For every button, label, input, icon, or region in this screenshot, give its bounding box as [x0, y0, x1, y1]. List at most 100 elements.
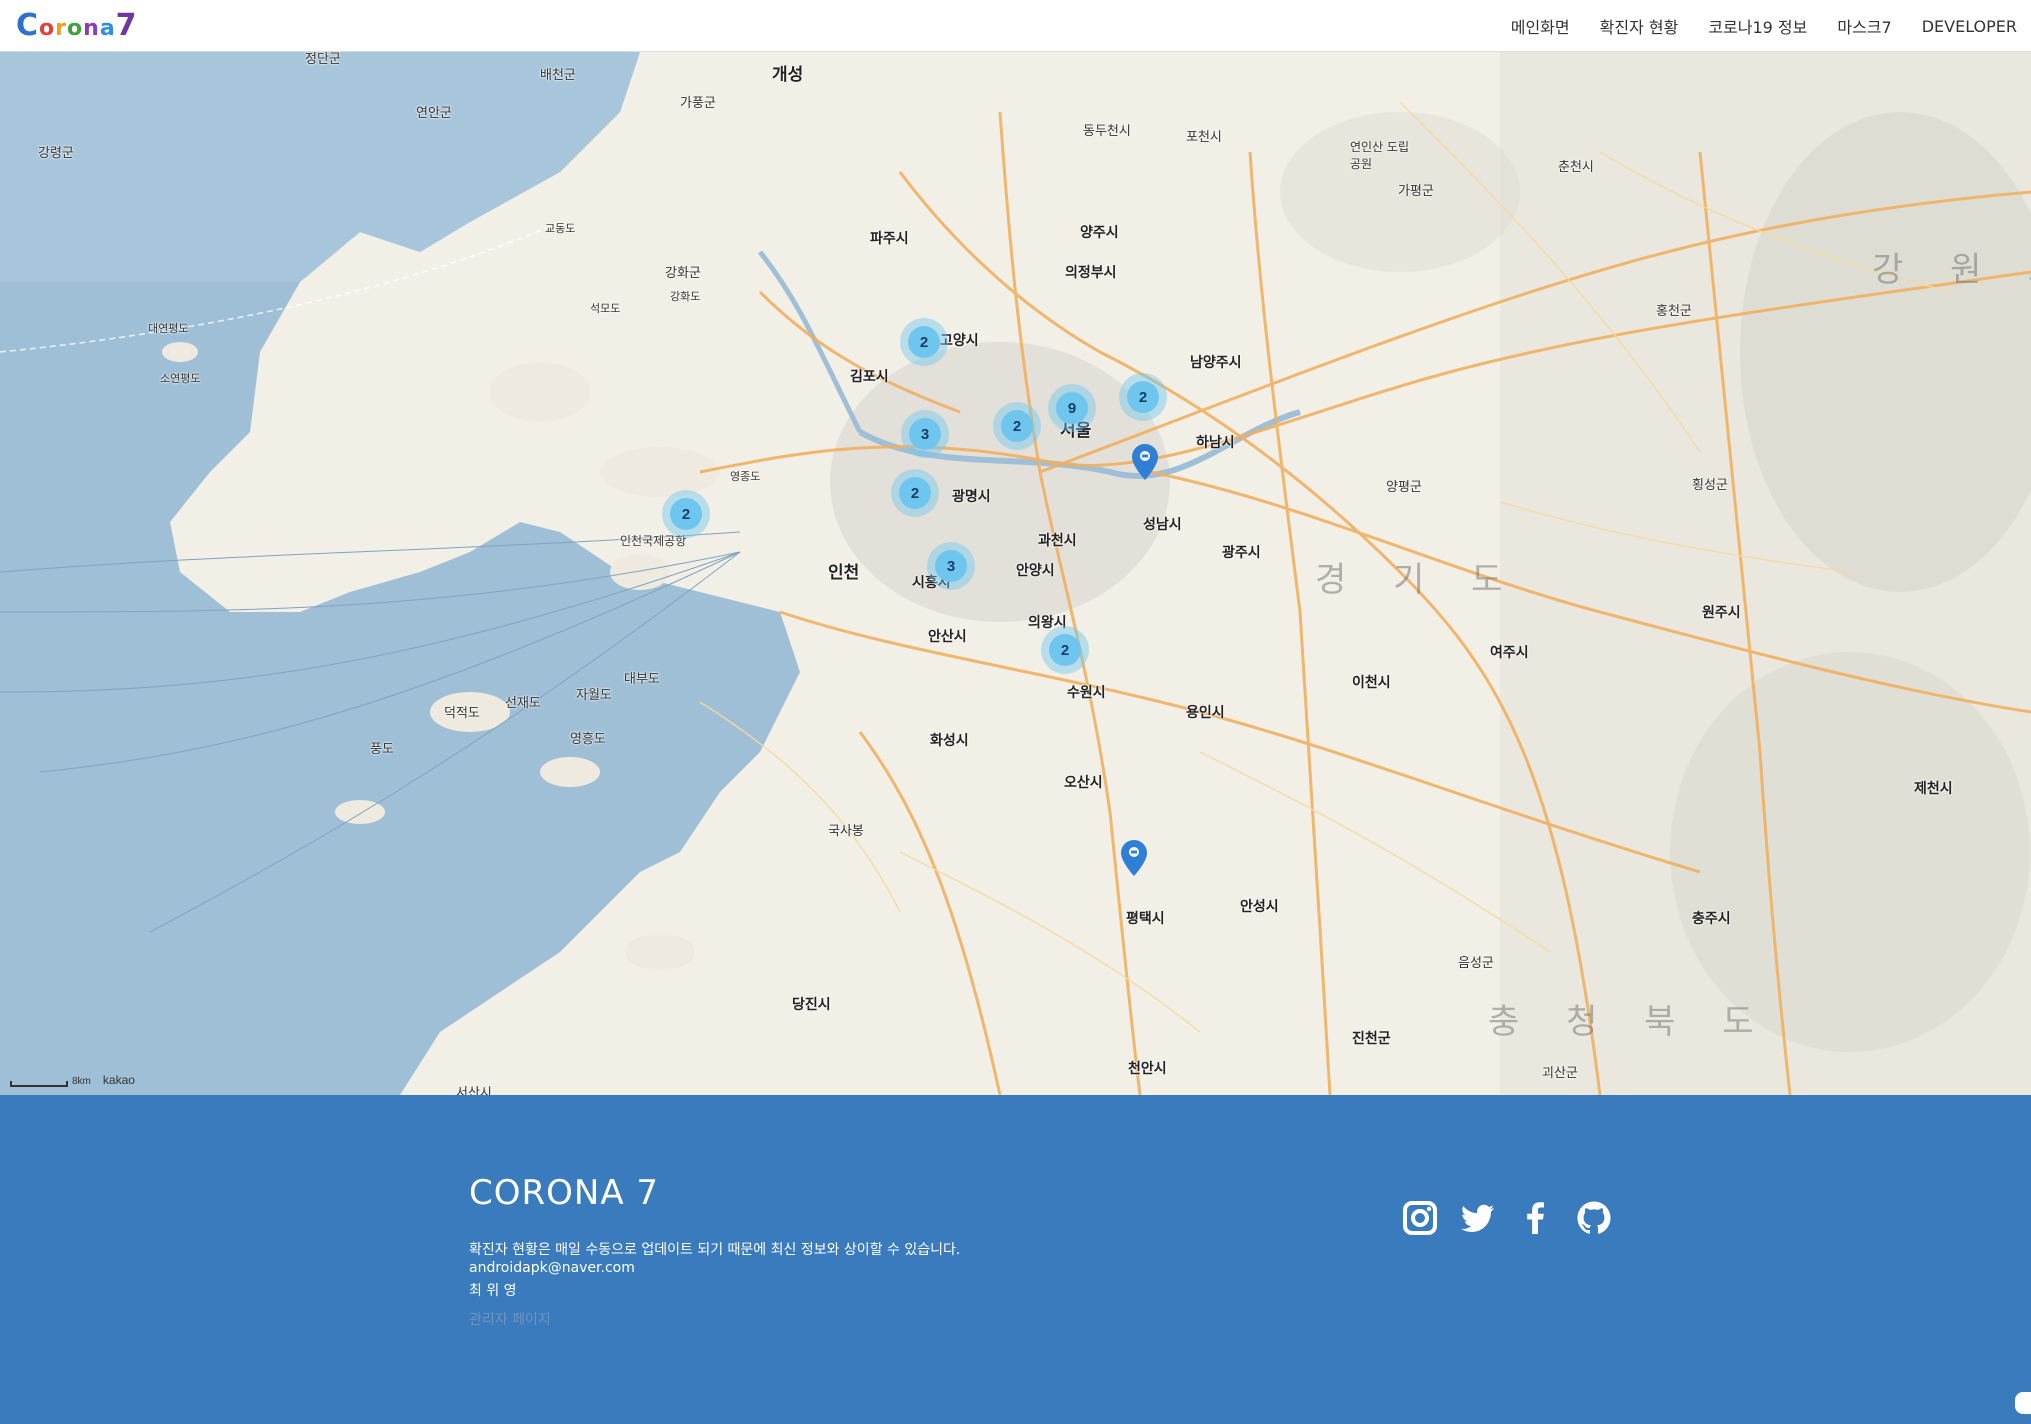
- region-label-gyeonggi: 경 기 도: [1315, 560, 1521, 600]
- place-label: 양평군: [1386, 480, 1422, 495]
- place-label: 가풍군: [680, 96, 716, 111]
- nav-item-main[interactable]: 메인화면: [1511, 14, 1570, 38]
- place-label: 배천군: [540, 68, 576, 83]
- place-label: 진천군: [1352, 1031, 1391, 1047]
- place-label: 원주시: [1702, 605, 1741, 621]
- place-label: 수원시: [1067, 685, 1106, 701]
- brand-letter: C: [16, 8, 40, 43]
- navbar: Corona7 메인화면 확진자 현황 코로나19 정보 마스크7 DEVELO…: [0, 0, 2031, 52]
- social-links: [1402, 1200, 1612, 1236]
- brand-letter: a: [99, 16, 116, 41]
- place-label: 서산시: [456, 1086, 492, 1095]
- nav-item-mask[interactable]: 마스크7: [1837, 14, 1891, 38]
- place-label: 당진시: [792, 997, 831, 1013]
- brand-letter: 7: [115, 8, 138, 43]
- cluster-marker[interactable]: 2: [891, 469, 939, 517]
- place-label: 여주시: [1490, 645, 1529, 661]
- cluster-marker[interactable]: 2: [993, 402, 1041, 450]
- place-label: 안성시: [1240, 899, 1279, 915]
- footer-email: androidapk@naver.com: [469, 1260, 635, 1276]
- twitter-icon[interactable]: [1460, 1200, 1496, 1236]
- place-label: 석모도: [590, 302, 621, 315]
- place-label: 대연평도: [148, 322, 189, 335]
- place-label: 충주시: [1692, 911, 1731, 927]
- footer-title: CORONA 7: [469, 1173, 660, 1213]
- nav-item-confirmed[interactable]: 확진자 현황: [1600, 14, 1679, 38]
- place-label: 이천시: [1352, 675, 1391, 691]
- place-label: 오산시: [1064, 775, 1103, 791]
- place-label: 강화도: [670, 290, 701, 303]
- footer: CORONA 7 확진자 현황은 매일 수동으로 업데이트 되기 때문에 최신 …: [0, 1095, 2031, 1424]
- brand-letter: n: [83, 16, 100, 41]
- cluster-marker[interactable]: 9: [1048, 384, 1096, 432]
- place-label: 교동도: [545, 222, 576, 235]
- location-pin-icon[interactable]: [1132, 444, 1158, 480]
- place-label: 평택시: [1126, 911, 1165, 927]
- region-label-gangwon: 강 원 도: [1872, 250, 2031, 290]
- place-label: 홍천군: [1656, 304, 1692, 319]
- place-label: 음성군: [1458, 956, 1494, 971]
- place-label: 정단군: [305, 52, 341, 67]
- place-label: 파주시: [870, 231, 909, 247]
- place-label: 광명시: [952, 489, 991, 505]
- scale-label: 8km: [72, 1076, 91, 1087]
- place-label: 횡성군: [1692, 478, 1728, 493]
- brand-letter: o: [67, 16, 84, 41]
- place-label: 천안시: [1128, 1061, 1167, 1077]
- cluster-marker[interactable]: 3: [901, 410, 949, 458]
- nav-item-corona-info[interactable]: 코로나19 정보: [1708, 14, 1807, 38]
- place-label: 제천시: [1914, 781, 1953, 797]
- place-label: 개성: [772, 65, 804, 85]
- facebook-icon[interactable]: [1518, 1200, 1554, 1236]
- place-label: 인천: [828, 563, 860, 583]
- brand-logo[interactable]: Corona7: [16, 8, 138, 43]
- place-label: 안산시: [928, 629, 967, 645]
- place-label: 자월도: [576, 688, 612, 703]
- place-label: 소연평도: [160, 372, 201, 385]
- github-icon[interactable]: [1576, 1200, 1612, 1236]
- nav-item-developer[interactable]: DEVELOPER: [1922, 17, 2017, 36]
- place-label: 화성시: [930, 733, 969, 749]
- place-label: 연인산 도립공원: [1350, 140, 1410, 171]
- cluster-marker[interactable]: 2: [662, 490, 710, 538]
- scale-bar: [10, 1081, 68, 1087]
- place-label: 가평군: [1398, 184, 1434, 199]
- place-label: 강령군: [38, 146, 74, 161]
- place-label: 남양주시: [1190, 355, 1242, 371]
- admin-page-link[interactable]: 관리자 페이지: [469, 1309, 551, 1329]
- place-label: 양주시: [1080, 225, 1119, 241]
- place-label: 덕적도: [444, 706, 480, 721]
- brand-letter: o: [39, 16, 56, 41]
- place-label: 괴산군: [1542, 1066, 1578, 1081]
- place-label: 안양시: [1016, 563, 1055, 579]
- place-label: 성남시: [1143, 517, 1182, 533]
- place-label: 대부도: [624, 672, 660, 687]
- map-view[interactable]: 강 원 도 경 기 도 충 청 북 도 정단군 배천군 개성 연안군 가풍군 강…: [0, 52, 2031, 1095]
- place-label: 영종도: [730, 470, 761, 483]
- footer-notice: 확진자 현황은 매일 수동으로 업데이트 되기 때문에 최신 정보와 상이할 수…: [469, 1242, 961, 1258]
- place-label: 동두천시: [1083, 124, 1131, 139]
- shield-badge-icon: [2015, 1392, 2031, 1414]
- cluster-marker[interactable]: 2: [1119, 373, 1167, 421]
- place-label: 의정부시: [1065, 265, 1117, 281]
- place-label: 광주시: [1222, 545, 1261, 561]
- place-label: 춘천시: [1558, 160, 1594, 175]
- place-label: 선재도: [505, 696, 541, 711]
- brand-letter: r: [55, 16, 68, 41]
- instagram-icon[interactable]: [1402, 1200, 1438, 1236]
- region-label-chungbuk: 충 청 북 도: [1488, 1002, 1772, 1042]
- cluster-marker[interactable]: 3: [927, 542, 975, 590]
- place-label: 연안군: [416, 106, 452, 121]
- cluster-marker[interactable]: 2: [1041, 626, 1089, 674]
- map-scale: 8km kakao: [10, 1073, 135, 1087]
- place-label: 국사봉: [828, 824, 864, 839]
- place-label: 용인시: [1186, 705, 1225, 721]
- location-pin-icon[interactable]: [1121, 840, 1147, 876]
- place-label: 김포시: [850, 369, 889, 385]
- footer-author: 최 위 영: [469, 1283, 517, 1299]
- place-label: 하남시: [1196, 435, 1235, 451]
- place-label: 강화군: [665, 266, 701, 281]
- place-label: 풍도: [370, 742, 394, 757]
- place-label: 영흥도: [570, 732, 606, 747]
- cluster-marker[interactable]: 2: [900, 318, 948, 366]
